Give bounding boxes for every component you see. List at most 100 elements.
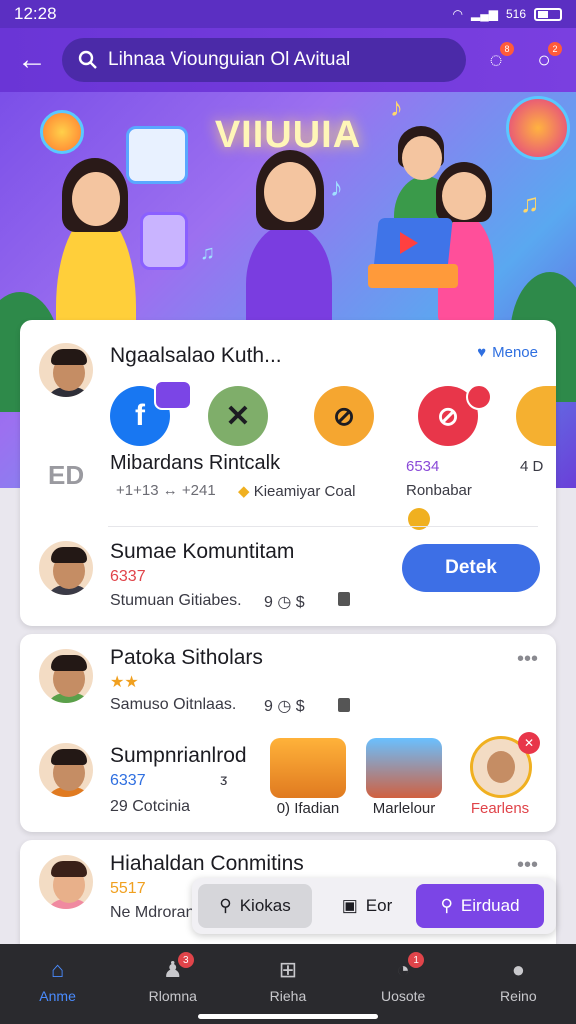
status-bar: 12:28 ◠ ▂▄▆ 516 [0,0,576,28]
top-app-bar: ← Lihnaa Viounguian Ol Avitual ◌ 8 ○ 2 [0,28,576,92]
join-button[interactable]: Detek [402,544,540,592]
notification-badge: 8 [500,42,514,56]
home-indicator [198,1014,378,1019]
search-chip[interactable]: ⚲ Kiokas [198,884,312,928]
meta-icons: 9 ◷ $ [264,696,305,716]
avatar [36,646,96,706]
wifi-icon: ◠ [452,7,463,21]
find-button[interactable]: ⚲ Eirduad [416,884,544,928]
meta-num: 9 [264,698,273,715]
nav-badge: 3 [177,952,194,968]
search-icon: ⚲ [440,896,453,915]
menu-link[interactable]: ♥ Menoe [477,344,538,361]
bus-thumbnail-icon[interactable] [270,738,346,798]
music-note-icon: ♫ [200,242,215,264]
signal-icon: ▂▄▆ [471,7,498,21]
stats-mid: ◆ Kieamiyar Coal [238,482,355,500]
chat-bubble-icon [154,380,192,410]
battery-text: 516 [505,7,526,21]
music-note-icon: ♪ [330,172,343,202]
face [442,172,486,220]
profile-button[interactable]: ○ 2 [526,42,562,78]
app-orb-icon [506,96,570,160]
stats-mid-label: Kieamiyar Coal [253,483,356,500]
search-text: Lihnaa Viounguian Ol Avitual [108,49,351,70]
avatar [36,740,96,800]
community-subtitle: Samuso Oitnlaas. [110,696,237,713]
close-badge-icon[interactable]: ✕ [518,732,540,754]
link-icon: ᴣ [220,772,228,789]
notification-button[interactable]: ◌ 8 [478,42,514,78]
nav-label: Uosote [380,988,426,1004]
search-icon [78,50,97,69]
bottom-navigation: ⌂ Anme ♟ 3 Rlomna ⊞ Rieha ◔ 1 Uosote ● Rei… [0,944,576,1024]
member-count: 6337 [110,568,146,585]
nav-profile[interactable]: ● Reino [468,956,568,1024]
rating: ★★ [110,674,139,691]
community-subtitle: Stumuan Gitiabes. [110,592,242,609]
side-label: ED [48,460,85,490]
search-chip-label: Kiokas [239,896,291,915]
dollar-icon: $ [295,698,305,715]
activity-icon: ◔ 1 [388,952,425,984]
find-button-label: Eirduad [460,896,520,915]
search-bar[interactable]: Lihnaa Viounguian Ol Avitual [62,38,466,82]
status-time: 12:28 [14,4,57,23]
more-app-icon[interactable] [516,386,556,446]
nav-label: Rlomna [148,988,197,1004]
stats-far-right: 4 D [520,458,544,475]
stats-right-label: Ronbabar [406,482,472,499]
person-icon: ● [511,957,525,982]
community-subtitle: 29 Cotcinia [110,798,191,815]
play-icon [400,232,418,254]
nav-label: Rieha [269,988,307,1004]
heart-tile-icon [140,212,188,270]
community-title[interactable]: Sumpnrianlrod [110,744,247,768]
face [264,162,316,222]
guitar-app-icon[interactable]: ⊘ [314,386,374,446]
music-note-icon: ♫ [520,188,540,218]
thumb-label: Fearlens [470,800,530,817]
trophy-icon: ◆ [238,483,254,500]
profile-badge: 2 [548,42,562,56]
avatar [36,852,96,912]
card-title: Ngaalsalao Kuth... [110,344,282,367]
nav-home[interactable]: ⌂ Anme [8,956,108,1024]
featured-community-card[interactable]: Ngaalsalao Kuth... ♥ Menoe f ✕ ⊘ ⊘ ED Mi… [20,320,556,626]
chart-tile-icon [126,126,188,184]
community-list-card: Patoka Sitholars ••• ★★ Samuso Oitnlaas.… [20,634,556,832]
thumb-label: Marlelour [372,800,436,817]
menu-label: Menoe [492,344,538,361]
community-title[interactable]: Sumae Komuntitam [110,540,294,564]
search-icon: ⚲ [219,896,232,915]
avatar [36,538,96,598]
more-options-icon[interactable]: ••• [517,648,538,671]
badge-icon [40,110,84,154]
nav-badge: 1 [408,952,425,968]
face [402,136,442,180]
music-note-icon: ♪ [390,92,403,122]
floating-action-bar: ⚲ Kiokas ▣ Eor ⚲ Eirduad [192,878,556,934]
bookmark-icon[interactable] [338,592,350,606]
bookmark-icon[interactable] [338,698,350,712]
avatar [36,340,96,400]
notification-dot-icon [466,384,492,410]
community-title[interactable]: Patoka Sitholars [110,646,263,670]
face [72,172,120,226]
verified-heart-icon: ♥ [477,344,487,361]
member-count: 6337 [110,772,146,789]
nav-label: Reino [500,988,537,1004]
clock-icon: ◷ [277,594,292,611]
node-app-icon[interactable]: ✕ [208,386,268,446]
filter-chip[interactable]: ▣ Eor [322,884,412,928]
filter-chip-label: Eor [365,896,393,915]
back-arrow-icon[interactable]: ← [14,43,50,77]
house-thumbnail-icon[interactable] [366,738,442,798]
home-icon: ⌂ [50,957,65,982]
community-subtitle: Ne Mdroranu [110,904,204,921]
face [487,751,515,783]
community-title[interactable]: Hiahaldan Conmitins [110,852,304,876]
stats-right-count: 6534 [406,458,440,475]
more-options-icon[interactable]: ••• [517,854,538,877]
clock-icon: ◷ [277,698,292,715]
